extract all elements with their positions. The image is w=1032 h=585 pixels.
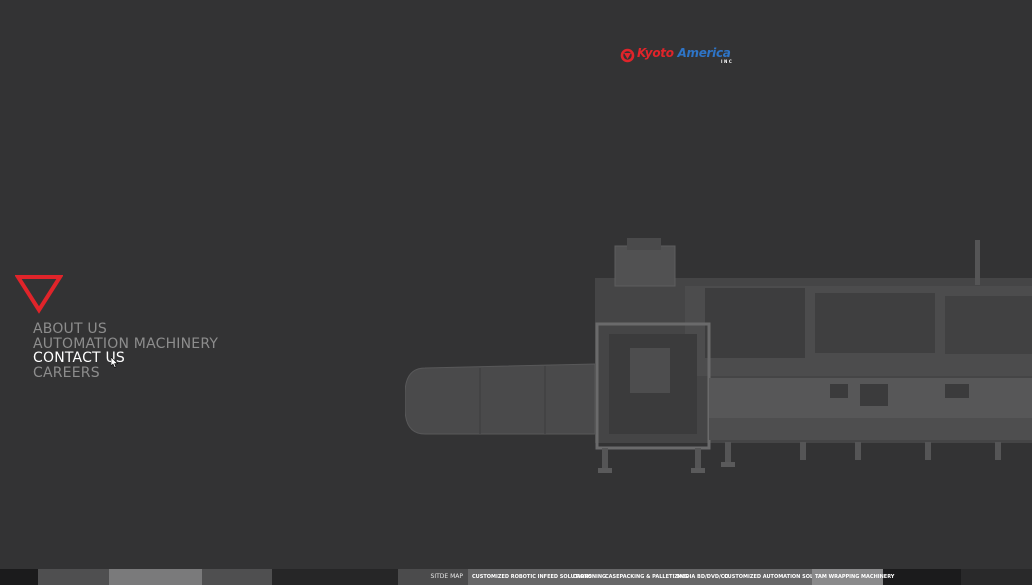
logo-subtitle: INC	[721, 59, 734, 64]
footer-link-media[interactable]: MEDIA BD/DVD/CD	[677, 569, 729, 585]
down-triangle-icon	[15, 275, 63, 314]
nav-item-contact-us[interactable]: CONTACT US	[33, 351, 218, 366]
logo-wordmark: Kyoto America	[637, 46, 731, 60]
footer-link-tam-wrapping[interactable]: TAM WRAPPING MACHINERY	[812, 569, 894, 585]
footer-bar: SITDE MAP CUSTOMIZED ROBOTIC INFEED SOLU…	[0, 569, 1032, 585]
footer-sitemap-link[interactable]: SITDE MAP	[398, 569, 468, 585]
nav-item-careers[interactable]: CAREERS	[33, 365, 218, 381]
nav-item-about-us[interactable]: ABOUT US	[33, 322, 218, 337]
packaging-machine-image	[405, 238, 1032, 473]
logo-word-america: America	[677, 46, 731, 60]
nav-item-automation-machinery[interactable]: AUTOMATION MACHINERY	[33, 336, 218, 352]
footer-link-cartoning[interactable]: CARTONING	[573, 569, 606, 585]
kyoto-america-logo[interactable]: Kyoto America INC	[620, 46, 740, 67]
logo-word-kyoto: Kyoto	[637, 46, 674, 60]
footer-block-4	[272, 569, 398, 585]
footer-block-3	[202, 569, 272, 585]
footer-block-5	[961, 569, 1032, 585]
cursor-icon	[111, 357, 118, 368]
footer-link-casepacking[interactable]: CASEPACKING & PALLETIZING	[605, 569, 688, 585]
footer-block-1	[38, 569, 109, 585]
footer-block-2	[109, 569, 202, 585]
footer-category-nav: CUSTOMIZED ROBOTIC INFEED SOLUTIONS CART…	[468, 569, 894, 585]
logo-emblem-icon	[620, 48, 635, 63]
main-nav: ABOUT US AUTOMATION MACHINERY CONTACT US…	[33, 322, 218, 380]
